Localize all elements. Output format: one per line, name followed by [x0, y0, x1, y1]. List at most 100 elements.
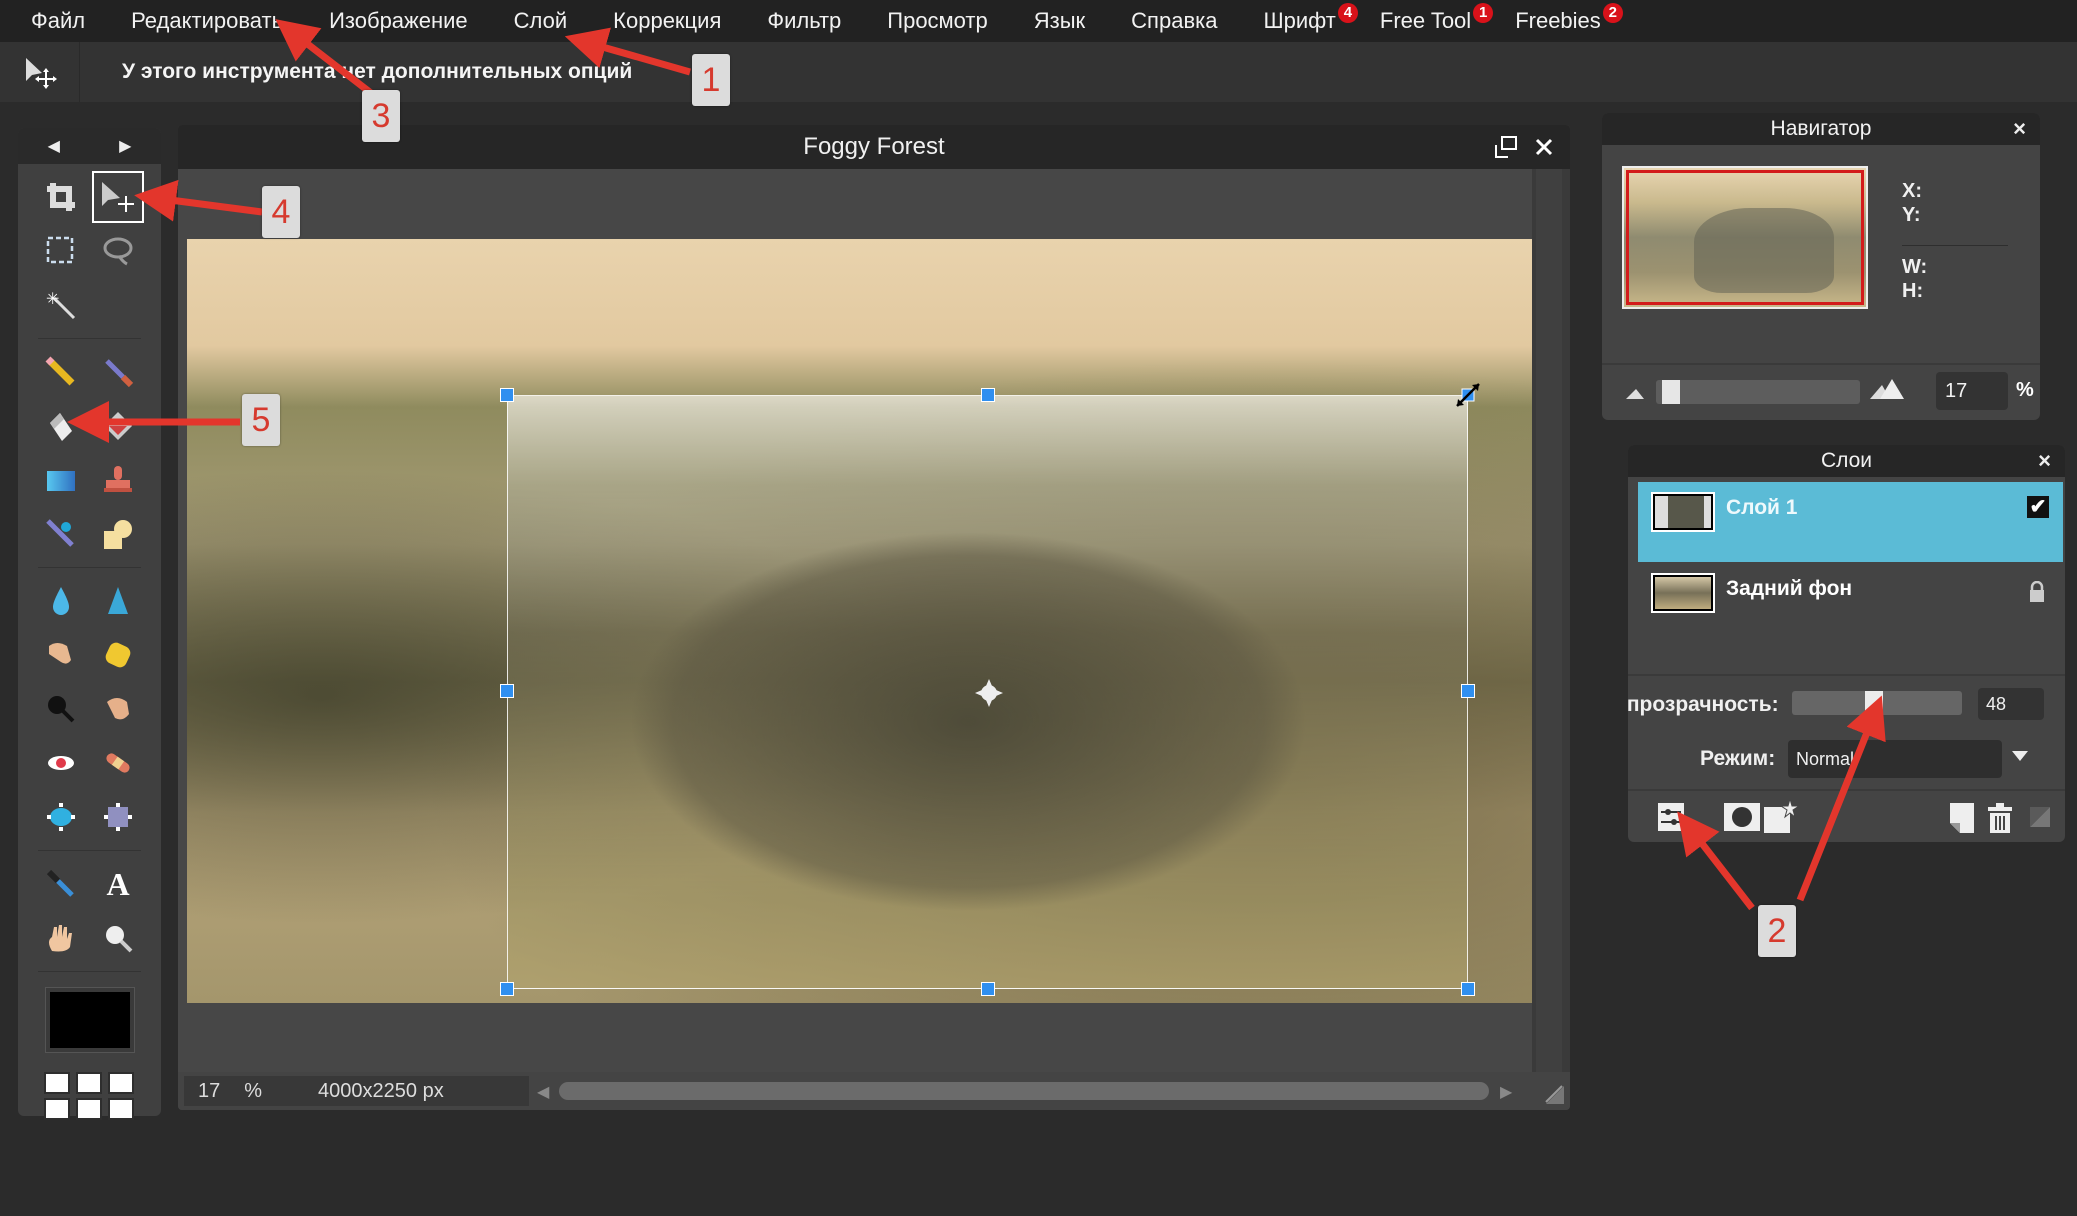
zoom-input[interactable]: 17 [1936, 372, 2008, 410]
foreground-color-swatch[interactable] [44, 987, 135, 1053]
blur-tool[interactable] [35, 575, 87, 627]
magic-wand-tool[interactable]: ✳ [35, 279, 87, 331]
bandage-icon [106, 753, 130, 773]
paint-bucket-tool[interactable] [92, 400, 144, 452]
zoom-slider[interactable] [1656, 380, 1860, 404]
chevron-down-icon[interactable] [2012, 748, 2028, 766]
menu-adjustments[interactable]: Коррекция [613, 8, 721, 34]
menu-view[interactable]: Просмотр [887, 8, 987, 34]
navigator-header[interactable]: Навигатор × [1602, 113, 2040, 145]
sponge-icon [105, 642, 131, 668]
shape-tool[interactable] [92, 508, 144, 560]
sharpen-tool[interactable] [92, 575, 144, 627]
transform-selection[interactable] [500, 383, 1480, 996]
menu-file[interactable]: Файл [31, 8, 85, 34]
color-replace-tool[interactable] [35, 508, 87, 560]
transform-handle-left[interactable] [500, 684, 514, 698]
layer-visibility-checkbox[interactable]: ✔ [2027, 496, 2049, 518]
spot-heal-tool[interactable] [92, 737, 144, 789]
transform-handle-bottom-right[interactable] [1461, 982, 1475, 996]
canvas-area[interactable] [178, 169, 1532, 1072]
move-tool[interactable] [92, 171, 144, 223]
menu-edit[interactable]: Редактировать [131, 8, 283, 34]
opacity-slider[interactable] [1792, 691, 1962, 715]
scroll-left-arrow[interactable]: ◀ [537, 1082, 551, 1102]
add-mask-button[interactable] [1724, 803, 1760, 836]
transform-handle-bottom[interactable] [981, 982, 995, 996]
menu-help[interactable]: Справка [1131, 8, 1217, 34]
scroll-track[interactable] [1536, 169, 1562, 1072]
transform-handle-right[interactable] [1461, 684, 1475, 698]
canvas-image[interactable] [187, 239, 1532, 1003]
pivot-point[interactable] [974, 678, 1004, 708]
resize-grip[interactable] [1544, 1084, 1564, 1104]
layers-header[interactable]: Слои × [1628, 445, 2065, 477]
toolbox-next-arrow[interactable]: ▶ [119, 136, 131, 156]
navigator-thumbnail[interactable] [1622, 166, 1868, 309]
crop-tool[interactable] [35, 171, 87, 223]
swatch[interactable] [109, 1100, 132, 1118]
transform-handle-top-left[interactable] [500, 388, 514, 402]
sponge-tool[interactable] [92, 629, 144, 681]
panel-resize-grip[interactable] [2030, 807, 2050, 832]
color-picker-tool[interactable] [35, 858, 87, 910]
annotation-label: 4 [262, 186, 300, 238]
toolbox-prev-arrow[interactable]: ◀ [48, 136, 60, 156]
vertical-scrollbar[interactable] [1532, 169, 1570, 1072]
menu-layer[interactable]: Слой [514, 8, 568, 34]
swatch[interactable] [77, 1074, 100, 1092]
transform-handle-bottom-left[interactable] [500, 982, 514, 996]
shape-icon [104, 520, 132, 549]
dodge-tool[interactable] [92, 683, 144, 735]
smudge-tool[interactable] [35, 629, 87, 681]
zoom-in-icon[interactable] [1868, 377, 1906, 406]
swatch[interactable] [109, 1074, 132, 1092]
layer-item[interactable]: Задний фон [1638, 563, 2063, 643]
layer-item[interactable]: Слой 1 ✔ [1638, 482, 2063, 562]
type-tool[interactable]: A [92, 858, 144, 910]
navigator-viewport-rect[interactable] [1626, 170, 1864, 305]
navigator-panel: Навигатор × X: Y: W: H: 17 % [1602, 113, 2040, 420]
scroll-thumb[interactable] [559, 1082, 1489, 1100]
scroll-right-arrow[interactable]: ▶ [1500, 1082, 1514, 1102]
opacity-input[interactable]: 48 [1978, 688, 2044, 720]
swatch[interactable] [77, 1100, 100, 1118]
close-navigator-button[interactable]: × [2013, 113, 2026, 145]
gradient-tool[interactable] [35, 454, 87, 506]
zoom-tool[interactable] [92, 912, 144, 964]
lock-icon[interactable] [2029, 580, 2045, 608]
close-layers-button[interactable]: × [2038, 445, 2051, 477]
transform-handle-top-right[interactable] [1455, 382, 1481, 408]
horizontal-scrollbar[interactable]: ◀ ▶ [533, 1078, 1518, 1106]
delete-layer-button[interactable] [1988, 803, 2012, 838]
pencil-tool[interactable] [35, 346, 87, 398]
eraser-tool[interactable] [35, 400, 87, 452]
brush-tool[interactable] [92, 346, 144, 398]
lasso-tool[interactable] [92, 225, 144, 277]
menu-free-tool[interactable]: Free Tool 1 [1380, 3, 1494, 34]
blend-mode-select[interactable]: Normal [1788, 740, 2002, 778]
menu-language[interactable]: Язык [1034, 8, 1085, 34]
clone-stamp-tool[interactable] [92, 454, 144, 506]
menu-font[interactable]: Шрифт 4 [1263, 3, 1358, 34]
swatch[interactable] [45, 1100, 68, 1118]
burn-tool[interactable] [35, 683, 87, 735]
hand-tool[interactable] [35, 912, 87, 964]
close-document-button[interactable] [1534, 125, 1554, 169]
menu-filter[interactable]: Фильтр [767, 8, 841, 34]
zoom-slider-knob[interactable] [1662, 380, 1680, 404]
red-eye-tool[interactable] [35, 737, 87, 789]
transform-handle-top[interactable] [981, 388, 995, 402]
rect-select-tool[interactable] [35, 225, 87, 277]
pinch-tool[interactable] [92, 791, 144, 843]
layer-effects-button[interactable] [1764, 797, 1801, 838]
bloat-tool[interactable] [35, 791, 87, 843]
layer-styles-button[interactable] [1658, 803, 1684, 836]
restore-window-button[interactable] [1494, 125, 1518, 169]
swatch[interactable] [45, 1074, 68, 1092]
menu-freebies[interactable]: Freebies 2 [1515, 3, 1623, 34]
opacity-slider-knob[interactable] [1865, 691, 1883, 715]
zoom-out-icon[interactable] [1624, 385, 1646, 406]
menu-image[interactable]: Изображение [329, 8, 468, 34]
new-layer-button[interactable] [1950, 803, 1974, 838]
